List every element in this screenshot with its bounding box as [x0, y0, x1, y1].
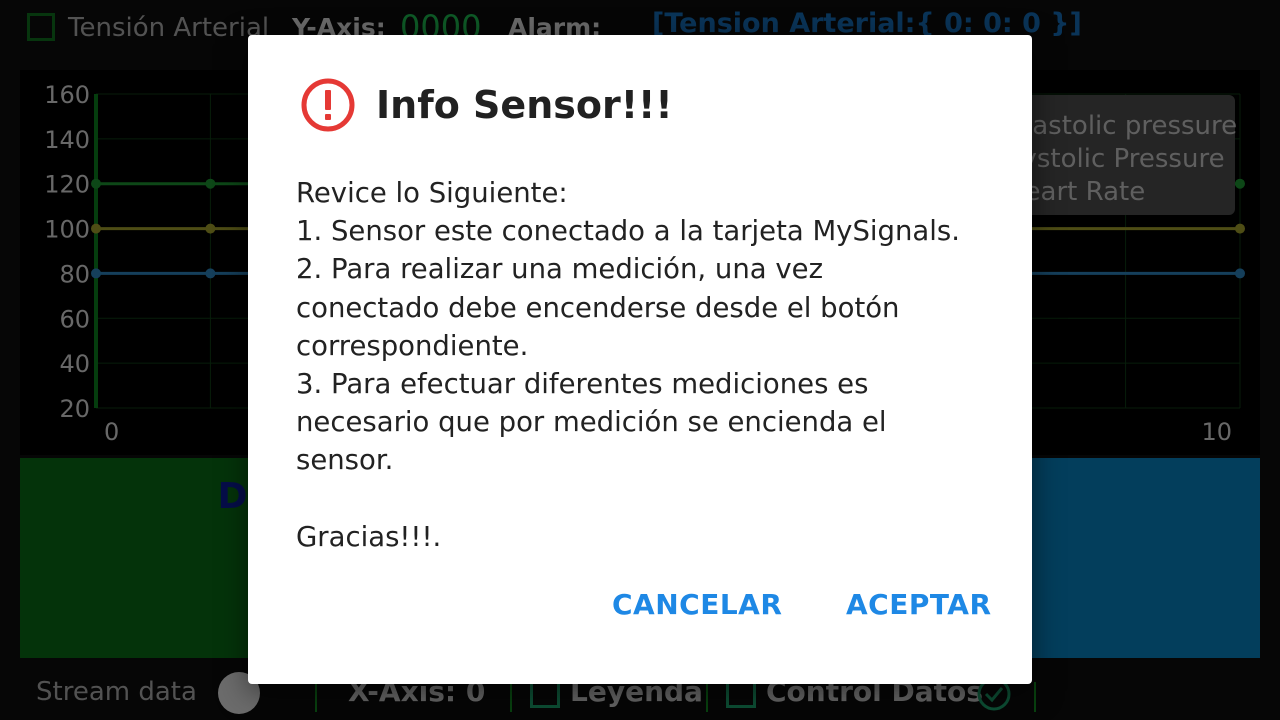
dialog-line: 2. Para realizar una medición, una vez — [296, 253, 823, 286]
dialog-line: Revice lo Siguiente: — [296, 177, 568, 209]
dialog-line — [296, 480, 1006, 518]
dialog-title: Info Sensor!!! — [376, 83, 673, 127]
dialog-line: sensor. — [296, 444, 394, 477]
alert-circle-icon — [301, 78, 355, 132]
dialog-line: 3. Para efectuar diferentes mediciones e… — [296, 368, 869, 401]
dialog-line: 1. Sensor este conectado a la tarjeta My… — [296, 215, 960, 248]
dialog-line: conectado debe encenderse desde el botón — [296, 291, 900, 324]
info-sensor-dialog: Info Sensor!!! Revice lo Siguiente: 1. S… — [248, 35, 1032, 684]
dialog-message: Revice lo Siguiente: 1. Sensor este cone… — [296, 174, 1006, 556]
accept-button[interactable]: ACEPTAR — [846, 588, 992, 621]
dialog-line: necesario que por medición se encienda e… — [296, 406, 887, 439]
dialog-line: Gracias!!!. — [296, 520, 442, 553]
cancel-button[interactable]: CANCELAR — [612, 588, 782, 621]
dialog-line: correspondiente. — [296, 329, 529, 362]
